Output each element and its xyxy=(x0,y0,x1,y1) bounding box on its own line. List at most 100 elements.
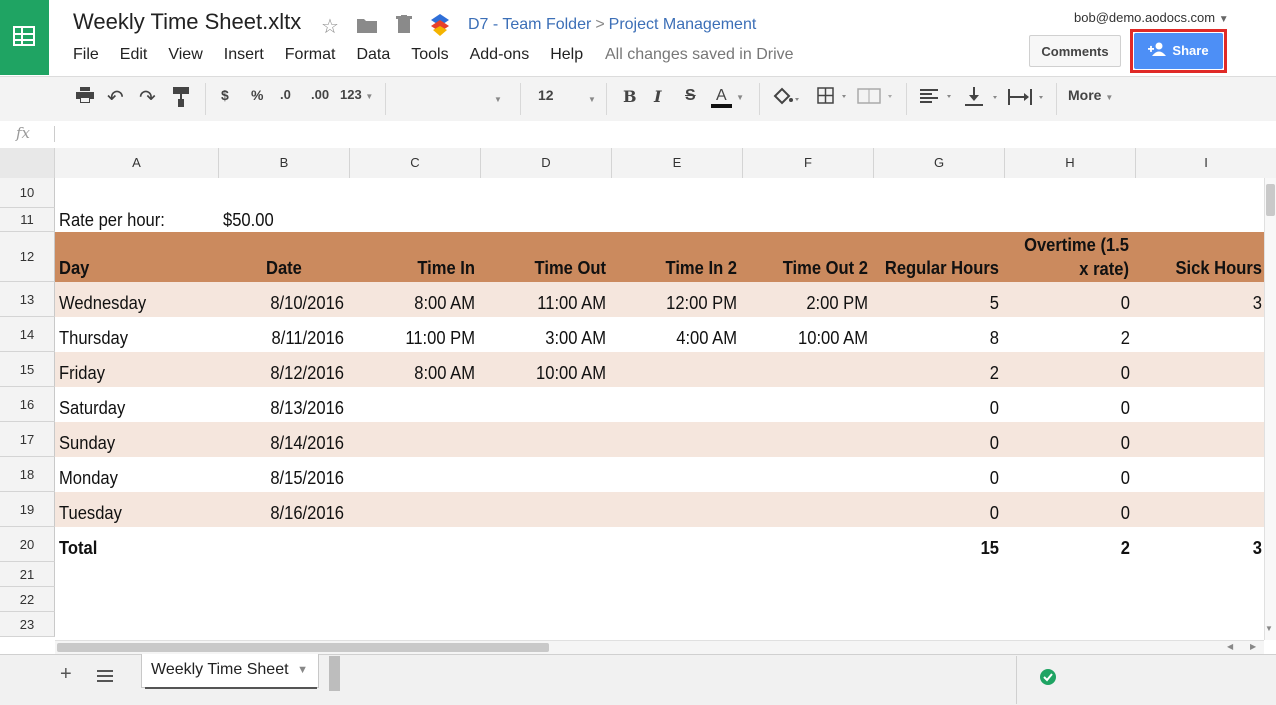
column-header-f[interactable]: F xyxy=(743,148,874,178)
scroll-left-icon[interactable]: ◀ xyxy=(1227,642,1233,651)
cell-b15[interactable]: 8/12/2016 xyxy=(229,361,344,385)
print-icon[interactable] xyxy=(76,87,94,108)
cell-c13[interactable]: 8:00 AM xyxy=(360,291,475,315)
breadcrumb-team-folder[interactable]: D7 - Team Folder xyxy=(468,16,591,33)
column-header-h[interactable]: H xyxy=(1005,148,1136,178)
cell-g15[interactable]: 2 xyxy=(884,361,999,385)
cell-g17[interactable]: 0 xyxy=(884,431,999,455)
scroll-right-icon[interactable]: ▶ xyxy=(1250,642,1256,651)
italic-button[interactable]: I xyxy=(654,87,661,106)
fill-color-icon[interactable] xyxy=(772,87,802,114)
cell-g14[interactable]: 8 xyxy=(884,326,999,350)
cell-i12[interactable]: Sick Hours xyxy=(1146,256,1262,280)
cell-g20[interactable]: 15 xyxy=(884,536,999,560)
menu-file[interactable]: File xyxy=(73,46,99,64)
cell-d15[interactable]: 10:00 AM xyxy=(491,361,606,385)
row-header[interactable]: 23 xyxy=(0,612,55,637)
cell-b19[interactable]: 8/16/2016 xyxy=(229,501,344,525)
document-title[interactable]: Weekly Time Sheet.xltx xyxy=(73,9,301,35)
cell-e13[interactable]: 12:00 PM xyxy=(622,291,737,315)
cell-b17[interactable]: 8/14/2016 xyxy=(229,431,344,455)
breadcrumb-project-management[interactable]: Project Management xyxy=(609,16,757,33)
column-header-d[interactable]: D xyxy=(481,148,612,178)
decrease-decimal-button[interactable]: .0 xyxy=(280,87,291,102)
menu-format[interactable]: Format xyxy=(285,46,336,64)
cell-h17[interactable]: 0 xyxy=(1015,431,1130,455)
menu-edit[interactable]: Edit xyxy=(120,46,148,64)
horizontal-scroll-thumb[interactable] xyxy=(57,643,549,652)
cell-d14[interactable]: 3:00 AM xyxy=(491,326,606,350)
cell-g19[interactable]: 0 xyxy=(884,501,999,525)
cell-a16[interactable]: Saturday xyxy=(59,396,204,420)
cell-h15[interactable]: 0 xyxy=(1015,361,1130,385)
all-sheets-icon[interactable] xyxy=(97,669,113,687)
cell-b13[interactable]: 8/10/2016 xyxy=(229,291,344,315)
cell-g16[interactable]: 0 xyxy=(884,396,999,420)
align-left-icon[interactable] xyxy=(920,87,954,110)
font-family-dropdown[interactable]: ▼ xyxy=(494,95,502,104)
cell-f12[interactable]: Time Out 2 xyxy=(753,256,868,280)
cell-f13[interactable]: 2:00 PM xyxy=(753,291,868,315)
row-header[interactable]: 11 xyxy=(0,208,55,232)
select-all-corner[interactable] xyxy=(0,148,55,178)
cell-b11[interactable]: $50.00 xyxy=(223,208,338,232)
menu-tools[interactable]: Tools xyxy=(411,46,448,64)
increase-decimal-button[interactable]: .00 xyxy=(311,87,329,102)
scroll-down-icon[interactable]: ▼ xyxy=(1265,624,1273,633)
menu-insert[interactable]: Insert xyxy=(224,46,264,64)
cell-b16[interactable]: 8/13/2016 xyxy=(229,396,344,420)
cell-f14[interactable]: 10:00 AM xyxy=(753,326,868,350)
row-header[interactable]: 10 xyxy=(0,178,55,208)
column-header-b[interactable]: B xyxy=(219,148,350,178)
redo-icon[interactable]: ↷ xyxy=(139,85,156,110)
row-header[interactable]: 12 xyxy=(0,232,55,282)
cell-h18[interactable]: 0 xyxy=(1015,466,1130,490)
row-header[interactable]: 14 xyxy=(0,317,55,352)
cell-a15[interactable]: Friday xyxy=(59,361,204,385)
column-header-e[interactable]: E xyxy=(612,148,743,178)
cell-c14[interactable]: 11:00 PM xyxy=(360,326,475,350)
merge-cells-icon[interactable] xyxy=(857,87,897,110)
tab-scroll-handle[interactable] xyxy=(329,656,340,691)
cell-h19[interactable]: 0 xyxy=(1015,501,1130,525)
column-header-c[interactable]: C xyxy=(350,148,481,178)
cell-a12[interactable]: Day xyxy=(59,256,204,280)
cell-c12[interactable]: Time In xyxy=(360,256,475,280)
star-icon[interactable]: ☆ xyxy=(321,14,339,39)
more-formats-button[interactable]: 123 ▼ xyxy=(340,87,373,102)
cell-b14[interactable]: 8/11/2016 xyxy=(229,326,344,350)
bold-button[interactable]: B xyxy=(623,87,637,106)
more-toolbar-button[interactable]: More ▼ xyxy=(1068,87,1113,103)
undo-icon[interactable]: ↶ xyxy=(107,85,124,110)
cell-h12[interactable]: Overtime (1.5 x rate) xyxy=(1017,233,1129,281)
column-header-g[interactable]: G xyxy=(874,148,1005,178)
chevron-down-icon[interactable]: ▼ xyxy=(588,95,596,104)
vertical-scroll-thumb[interactable] xyxy=(1266,184,1275,216)
column-header-i[interactable]: I xyxy=(1136,148,1276,178)
vertical-scrollbar[interactable] xyxy=(1264,178,1276,640)
vertical-align-icon[interactable] xyxy=(965,87,1001,112)
cell-h20[interactable]: 2 xyxy=(1015,536,1130,560)
row-header[interactable]: 19 xyxy=(0,492,55,527)
row-header[interactable]: 13 xyxy=(0,282,55,317)
menu-help[interactable]: Help xyxy=(550,46,583,64)
cell-g18[interactable]: 0 xyxy=(884,466,999,490)
cell-d12[interactable]: Time Out xyxy=(491,256,606,280)
row-header[interactable]: 18 xyxy=(0,457,55,492)
row-header[interactable]: 15 xyxy=(0,352,55,387)
cell-h16[interactable]: 0 xyxy=(1015,396,1130,420)
aodocs-icon[interactable] xyxy=(431,14,449,36)
menu-view[interactable]: View xyxy=(168,46,202,64)
cell-g13[interactable]: 5 xyxy=(884,291,999,315)
chevron-down-icon[interactable]: ▼ xyxy=(297,654,308,686)
cell-i13[interactable]: 3 xyxy=(1146,291,1262,315)
sheets-logo[interactable] xyxy=(0,0,49,75)
strikethrough-button[interactable]: S xyxy=(685,87,696,105)
comments-button[interactable]: Comments xyxy=(1029,35,1121,67)
cell-g12[interactable]: Regular Hours xyxy=(884,256,999,280)
cell-h13[interactable]: 0 xyxy=(1015,291,1130,315)
cell-a13[interactable]: Wednesday xyxy=(59,291,204,315)
user-account[interactable]: bob@demo.aodocs.com ▼ xyxy=(1074,10,1229,25)
cell-a20[interactable]: Total xyxy=(59,536,204,560)
trash-icon[interactable] xyxy=(396,15,412,33)
